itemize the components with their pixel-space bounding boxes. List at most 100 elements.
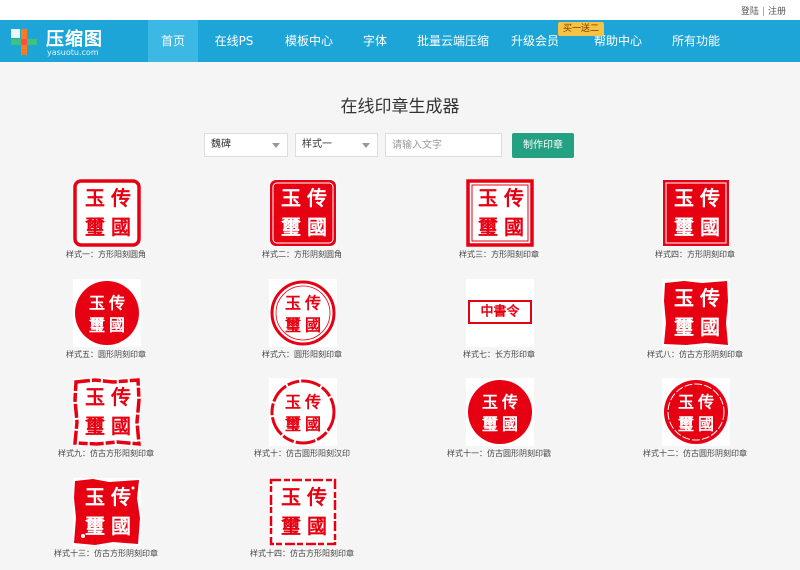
seal-style-card[interactable]: 中書令样式七：长方形印章 (409, 279, 589, 369)
seal-image: 玉传璽國 (75, 281, 139, 345)
seal-caption: 样式八：仿古方形阴刻印章 (647, 350, 743, 359)
link-separator: | (761, 7, 765, 17)
seal-image: 玉传璽國 (270, 280, 336, 346)
seal-char: 玉 (85, 485, 105, 509)
seal-char: 國 (111, 514, 131, 538)
seal-char: 璽 (284, 415, 301, 434)
seal-text-input[interactable] (385, 133, 502, 157)
seal-caption: 样式十：仿古圆形阳刻汉印 (254, 449, 350, 458)
seal-image: 玉传璽國 (466, 179, 534, 247)
seal-style-card[interactable]: 玉传璽國样式三：方形阳刻印章 (409, 179, 589, 269)
seal-char: 璽 (280, 215, 301, 239)
seal-char: 玉 (678, 393, 694, 412)
account-links: 登陆 | 注册 (741, 4, 786, 17)
seal-style-card[interactable]: 玉传璽國样式十：仿古圆形阳刻汉印 (212, 378, 392, 468)
seal-caption: 样式六：圆形阳刻印章 (262, 350, 342, 359)
seal-char: 璽 (88, 316, 105, 335)
seal-preview: 玉传璽國 (269, 478, 337, 546)
login-link[interactable]: 登陆 (741, 7, 759, 17)
seal-style-card[interactable]: 玉传璽國样式六：圆形阳刻印章 (212, 279, 392, 369)
seal-style-card[interactable]: 玉传璽國样式十一：仿古圆形阴刻印戳 (409, 378, 589, 468)
style-select[interactable]: 样式一 (295, 133, 378, 157)
seal-char: 國 (698, 415, 714, 434)
seal-char: 传 (501, 393, 518, 412)
seal-style-card[interactable]: 玉传璽國样式五：圆形阴刻印章 (16, 279, 196, 369)
seal-style-card[interactable]: 玉传璽國样式十三：仿古方形阴刻印章 (16, 478, 196, 568)
seal-char: 传 (697, 393, 714, 412)
seal-style-card[interactable]: 玉传璽國样式一：方形阳刻圆角 (16, 179, 196, 269)
seal-caption: 样式十三：仿古方形阴刻印章 (54, 549, 158, 558)
font-select[interactable]: 魏碑 (204, 133, 288, 157)
seal-char: 传 (110, 485, 131, 509)
chevron-down-icon (362, 143, 370, 148)
seal-caption: 样式七：长方形印章 (463, 350, 535, 359)
seal-char: 传 (306, 485, 327, 509)
seal-image: 玉传璽國 (74, 479, 140, 545)
seal-char: 國 (305, 415, 321, 434)
make-seal-button[interactable]: 制作印章 (512, 133, 574, 158)
seal-caption: 样式十二：仿古圆形阴刻印章 (643, 449, 747, 458)
seal-caption: 样式九：仿古方形阳刻印章 (58, 449, 154, 458)
seal-char: 玉 (285, 294, 301, 313)
seal-preview: 玉传璽國 (73, 378, 141, 446)
seal-char: 璽 (84, 215, 105, 239)
register-link[interactable]: 注册 (768, 7, 786, 17)
nav-item-2[interactable]: 模板中心 (272, 20, 346, 62)
seal-image: 中書令 (468, 300, 532, 324)
seal-char: 传 (699, 286, 720, 310)
seal-char: 璽 (84, 514, 105, 538)
nav-item-1[interactable]: 在线PS (204, 20, 264, 62)
seal-char: 璽 (284, 316, 301, 335)
seal-caption: 样式十一：仿古圆形阴刻印戳 (447, 449, 551, 458)
seal-preview: 玉传璽國 (466, 179, 534, 247)
seal-char: 玉 (482, 393, 498, 412)
seal-char: 國 (502, 415, 518, 434)
seal-char: 璽 (477, 215, 498, 239)
seal-char: 玉 (674, 186, 694, 210)
seal-char: 璽 (481, 415, 498, 434)
seal-style-card[interactable]: 玉传璽國样式四：方形阴刻印章 (605, 179, 785, 269)
seal-char: 國 (305, 316, 321, 335)
seal-char: 玉 (674, 286, 694, 310)
seal-caption: 样式十四：仿古方形阳刻印章 (250, 549, 354, 558)
seal-char: 玉 (285, 393, 301, 412)
nav-item-7[interactable]: 所有功能 (662, 20, 730, 62)
nav-item-3[interactable]: 字体 (354, 20, 396, 62)
seal-caption: 样式二：方形阴刻圆角 (262, 250, 342, 259)
seal-char: 传 (108, 294, 125, 313)
seal-char: 國 (504, 215, 524, 239)
nav-item-5[interactable]: 升级会员 (504, 20, 566, 62)
seal-char: 传 (503, 186, 524, 210)
main-nav: 压缩图 yasuotu.com 首页 在线PS 模板中心 字体 批量云端压缩 升级会员 帮助… (0, 20, 800, 62)
seal-image: 玉传璽國 (73, 378, 141, 446)
seal-preview: 玉传璽國 (662, 378, 730, 446)
seal-char: 國 (700, 215, 720, 239)
seal-char: 中書令 (480, 304, 520, 320)
brand-domain: yasuotu.com (47, 48, 99, 57)
seal-preview: 玉传璽國 (73, 179, 141, 247)
seal-image: 玉传璽國 (270, 180, 336, 246)
seal-style-card[interactable]: 玉传璽國样式九：仿古方形阳刻印章 (16, 378, 196, 468)
seal-image: 玉传璽國 (270, 379, 336, 445)
seal-caption: 样式三：方形阳刻印章 (459, 250, 539, 259)
seal-char: 玉 (85, 186, 105, 210)
seal-char: 玉 (281, 485, 301, 509)
seal-style-card[interactable]: 玉传璽國样式八：仿古方形阴刻印章 (605, 279, 785, 369)
seal-preview: 玉传璽國 (662, 179, 730, 247)
seal-style-card[interactable]: 玉传璽國样式二：方形阴刻圆角 (212, 179, 392, 269)
seal-char: 传 (699, 186, 720, 210)
chevron-down-icon (272, 143, 280, 148)
seal-style-card[interactable]: 玉传璽國样式十四：仿古方形阳刻印章 (212, 478, 392, 568)
seal-image: 玉传璽國 (269, 478, 337, 546)
seal-char: 传 (304, 294, 321, 313)
seal-image: 玉传璽國 (664, 281, 728, 345)
nav-item-0[interactable]: 首页 (148, 20, 198, 62)
seal-char: 玉 (478, 186, 498, 210)
site-logo[interactable]: 压缩图 yasuotu.com (10, 22, 140, 60)
seal-char: 传 (304, 393, 321, 412)
seal-image: 玉传璽國 (663, 180, 729, 246)
font-select-value: 魏碑 (211, 139, 231, 150)
seal-caption: 样式一：方形阳刻圆角 (66, 250, 146, 259)
seal-style-card[interactable]: 玉传璽國样式十二：仿古圆形阴刻印章 (605, 378, 785, 468)
nav-item-4[interactable]: 批量云端压缩 (410, 20, 496, 62)
